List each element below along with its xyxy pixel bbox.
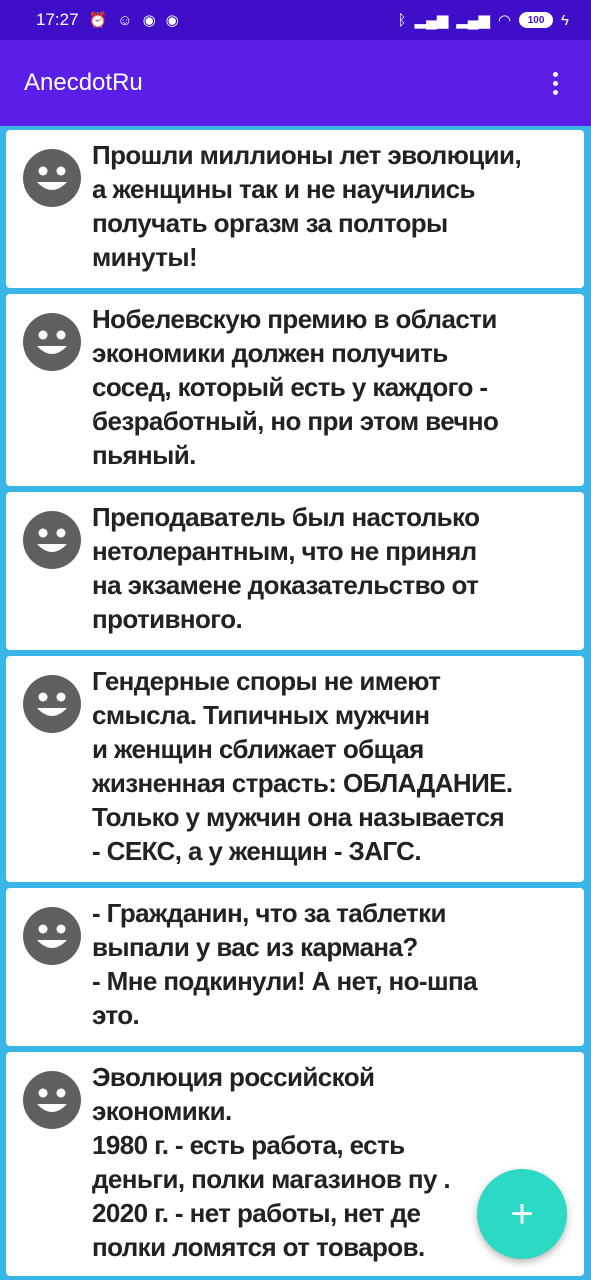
smiley-avatar-icon bbox=[23, 511, 81, 569]
notification-icon: ◉ bbox=[165, 11, 179, 29]
joke-card[interactable]: - Гражданин, что за таблетки выпали у ва… bbox=[6, 888, 584, 1046]
add-icon: + bbox=[510, 1191, 534, 1236]
smiley-avatar-icon bbox=[23, 675, 81, 733]
status-time: 17:27 bbox=[36, 10, 79, 29]
bluetooth-icon: ᛒ bbox=[397, 11, 407, 29]
joke-card[interactable]: Преподаватель был настолько нетолерантны… bbox=[6, 492, 584, 650]
joke-card[interactable]: Гендерные споры не имеют смысла. Типичны… bbox=[6, 656, 584, 882]
more-vert-icon[interactable] bbox=[543, 63, 567, 103]
joke-list[interactable]: Прошли миллионы лет эволюции, а женщины … bbox=[0, 126, 591, 1280]
joke-text: Нобелевскую премию в области экономики д… bbox=[92, 304, 499, 470]
smiley-avatar-icon bbox=[23, 1071, 81, 1129]
battery-icon: 100 bbox=[519, 12, 554, 28]
smiley-avatar-icon bbox=[23, 907, 81, 965]
joke-text: - Гражданин, что за таблетки выпали у ва… bbox=[92, 898, 478, 1030]
status-bar: 17:27 ⏰ ☺ ◉ ◉ ᛒ ▂▄▆ ▂▄▆ ◠ 100 ϟ bbox=[0, 0, 591, 40]
alarm-icon: ⏰ bbox=[88, 11, 108, 29]
wifi-icon: ◠ bbox=[497, 11, 512, 29]
joke-card[interactable]: Нобелевскую премию в области экономики д… bbox=[6, 294, 584, 486]
app-title: AnecdotRu bbox=[24, 69, 143, 96]
face-icon: ☺ bbox=[117, 11, 133, 29]
notification-icon: ◉ bbox=[142, 11, 156, 29]
joke-card[interactable]: Прошли миллионы лет эволюции, а женщины … bbox=[6, 130, 584, 288]
joke-text: Преподаватель был настолько нетолерантны… bbox=[92, 502, 480, 634]
charging-icon: ϟ bbox=[561, 11, 569, 29]
signal-icon: ▂▄▆ bbox=[414, 11, 449, 29]
app-bar: AnecdotRu bbox=[0, 40, 591, 126]
signal-icon: ▂▄▆ bbox=[456, 11, 490, 29]
add-button[interactable]: + bbox=[477, 1169, 567, 1259]
joke-text: Гендерные споры не имеют смысла. Типичны… bbox=[92, 666, 513, 866]
smiley-avatar-icon bbox=[23, 149, 81, 207]
joke-text: Прошли миллионы лет эволюции, а женщины … bbox=[92, 140, 522, 272]
smiley-avatar-icon bbox=[23, 313, 81, 371]
